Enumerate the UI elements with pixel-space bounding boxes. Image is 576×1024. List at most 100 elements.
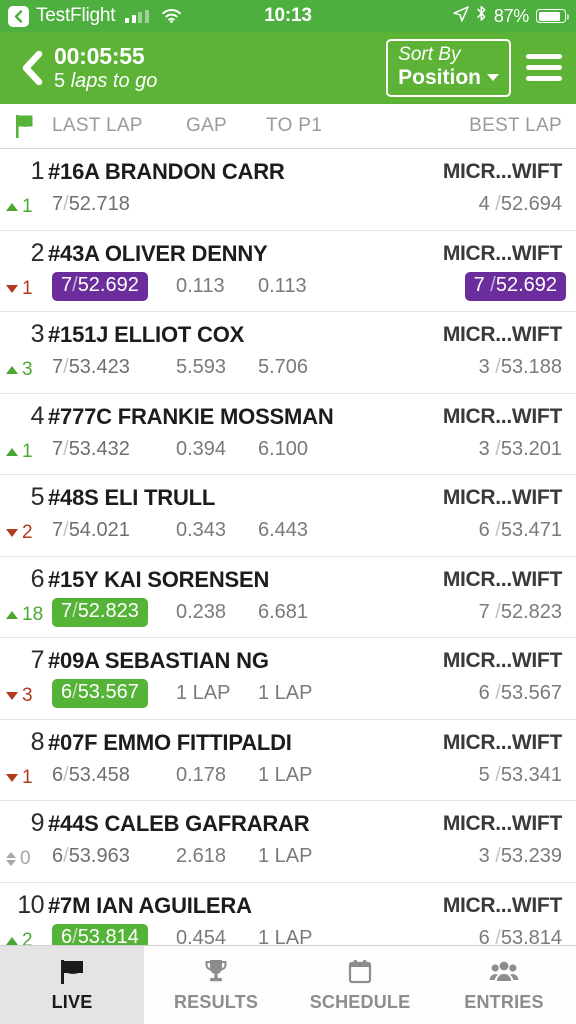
table-row[interactable]: 3 #151J ELLIOT COX MICR...WIFT 3 7/53.423 5.5… [0, 312, 576, 394]
tab-schedule[interactable]: SCHEDULE [288, 946, 432, 1024]
row-last-lap-time: 53.432 [68, 437, 130, 460]
row-position-change-value: 3 [22, 359, 33, 380]
row-best-lap-separator: / [489, 437, 501, 460]
row-best-lap-time: 52.823 [500, 600, 562, 623]
arrow-down-icon [6, 773, 18, 782]
row-position-change-value: 3 [22, 685, 33, 706]
table-row[interactable]: 4 #777C FRANKIE MOSSMAN MICR...WIFT 1 7/53.4… [0, 394, 576, 475]
row-team-name: MICR...WIFT [442, 893, 562, 917]
arrow-up-icon [6, 447, 18, 456]
row-best-lap-time: 52.692 [495, 273, 557, 296]
tab-live[interactable]: LIVE [0, 946, 144, 1024]
row-to-p1: 5.706 [258, 356, 309, 378]
row-to-p1: 1 LAP [258, 682, 313, 704]
row-position-change-value: 1 [22, 196, 33, 217]
row-best-lap: 6 /53.814 [479, 927, 562, 946]
status-bar-app-name[interactable]: TestFlight [36, 5, 116, 27]
tab-results[interactable]: RESULTS [144, 946, 288, 1024]
row-best-lap-time: 53.201 [500, 437, 562, 460]
row-to-p1: 6.443 [258, 519, 309, 541]
row-to-p1: 1 LAP [258, 926, 313, 946]
row-position-change-value: 2 [22, 522, 33, 543]
arrow-up-icon [6, 610, 18, 619]
row-last-lap-time: 53.458 [68, 763, 130, 786]
live-timing-screen: TestFlight 10:13 87% 00:05:55 5 laps to … [0, 0, 576, 1024]
row-best-lap-time: 52.694 [500, 193, 562, 215]
row-position: 10 [17, 890, 44, 919]
row-best-lap: 7 /52.823 [479, 601, 562, 624]
table-row[interactable]: 5 #48S ELI TRULL MICR...WIFT 2 7/54.021 0.343… [0, 475, 576, 557]
table-row[interactable]: 8 #07F EMMO FITTIPALDI MICR...WIFT 1 6/53.45… [0, 720, 576, 801]
status-bar-right: 87% [453, 5, 569, 27]
row-last-lap-time: 52.718 [68, 193, 130, 215]
sort-by-selector[interactable]: Sort By Position [386, 39, 511, 97]
table-row[interactable]: 7 #09A SEBASTIAN NG MICR...WIFT 3 6/53.567 1 … [0, 638, 576, 720]
arrow-up-down-icon [6, 852, 16, 866]
tab-label: SCHEDULE [309, 991, 411, 1012]
row-position-change: 1 [6, 441, 52, 463]
row-position: 9 [30, 809, 45, 837]
bottom-tab-bar: LIVE RESULTS SCHEDULE ENTRIES [0, 945, 576, 1024]
table-row[interactable]: 2 #43A OLIVER DENNY MICR...WIFT 1 7/52.692 0.… [0, 231, 576, 312]
row-best-lap-separator: / [489, 926, 501, 946]
row-driver-name: #7M IAN AGUILERA [48, 892, 252, 918]
race-timer: 00:05:55 [54, 43, 145, 70]
row-driver-name: #48S ELI TRULL [48, 485, 216, 510]
row-best-lap-laps: 5 [478, 763, 490, 786]
row-best-lap-laps: 3 [478, 845, 490, 867]
nav-back-button[interactable] [10, 44, 54, 92]
row-position: 4 [30, 401, 45, 430]
sort-by-value-row: Position [398, 66, 499, 90]
row-best-lap-separator: / [489, 600, 501, 623]
row-position: 6 [30, 564, 45, 593]
row-best-lap-laps: 6 [478, 682, 490, 704]
table-row[interactable]: 10 #7M IAN AGUILERA MICR...WIFT 2 6/53.814 0.… [0, 883, 576, 946]
row-best-lap-separator: / [489, 682, 501, 704]
column-header-best-lap[interactable]: BEST LAP [469, 115, 562, 137]
table-row[interactable]: 9 #44S CALEB GAFRARAR MICR...WIFT 0 6/53.963… [0, 801, 576, 883]
row-position-change: 3 [6, 359, 52, 381]
table-row[interactable]: 1 #16A BRANDON CARR MICR...WIFT 1 7/52.718 4 … [0, 149, 576, 231]
row-driver-name: #44S CALEB GAFRARAR [48, 811, 310, 836]
row-gap: 2.618 [176, 845, 227, 867]
row-driver-name: #16A BRANDON CARR [48, 159, 285, 184]
column-header: LAST LAP GAP TO P1 BEST LAP [0, 104, 576, 149]
row-position-change: 2 [6, 522, 52, 544]
row-best-lap-time: 53.567 [500, 682, 562, 704]
tab-entries[interactable]: ENTRIES [432, 946, 576, 1024]
trophy-icon [203, 958, 229, 986]
row-team-name: MICR...WIFT [442, 160, 562, 183]
hamburger-menu-icon[interactable] [526, 54, 562, 82]
row-team-name: MICR...WIFT [442, 323, 562, 346]
row-to-p1: 1 LAP [258, 763, 313, 786]
back-chevron-icon[interactable] [8, 5, 29, 27]
row-last-lap-laps: 6 [61, 681, 73, 703]
row-position-change-value: 0 [20, 848, 31, 869]
row-last-lap-time: 53.963 [68, 845, 130, 867]
row-last-lap-time: 53.567 [77, 681, 139, 703]
laps-to-go-count: 5 [54, 69, 66, 92]
row-position-change-value: 1 [22, 440, 33, 462]
row-best-lap-laps: 3 [478, 437, 490, 460]
row-position-change: 1 [6, 196, 52, 218]
green-flag-icon [0, 113, 48, 139]
battery-percentage: 87% [493, 5, 529, 26]
sort-by-label: Sort By [398, 44, 461, 65]
column-header-last-lap[interactable]: LAST LAP [52, 115, 143, 137]
row-team-name: MICR...WIFT [442, 241, 562, 265]
row-last-lap-laps: 6 [52, 845, 64, 867]
row-last-lap: 7/52.692 [52, 271, 148, 301]
location-arrow-icon [453, 5, 469, 27]
table-row[interactable]: 6 #15Y KAI SORENSEN MICR...WIFT 18 7/52.823 0… [0, 557, 576, 638]
row-best-lap: 5 /53.341 [479, 764, 562, 787]
row-team-name: MICR...WIFT [442, 812, 562, 835]
row-team-name: MICR...WIFT [442, 486, 562, 509]
row-team-name: MICR...WIFT [442, 730, 562, 754]
row-position-change-value: 1 [22, 277, 33, 299]
column-header-gap[interactable]: GAP [186, 115, 227, 137]
column-header-to-p1[interactable]: TO P1 [266, 115, 322, 137]
row-last-lap: 6/53.458 [52, 764, 130, 787]
row-gap: 5.593 [176, 356, 227, 378]
row-to-p1: 6.681 [258, 600, 309, 623]
arrow-down-icon [6, 284, 18, 293]
